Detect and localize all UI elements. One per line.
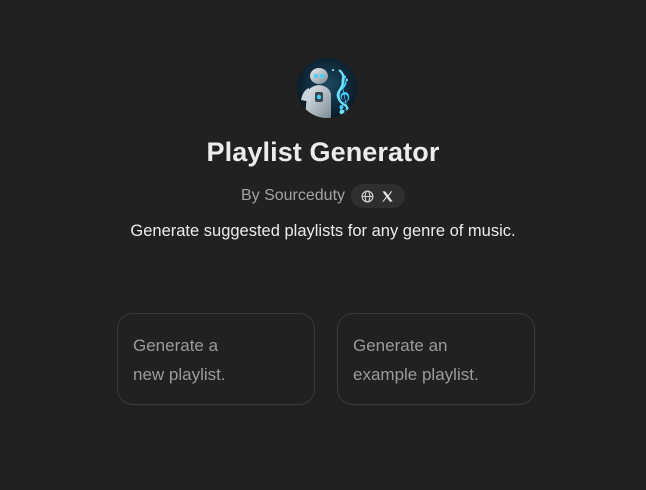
conversation-starter-button[interactable]: Generate a new playlist.	[117, 313, 315, 405]
gpt-title: Playlist Generator	[206, 137, 440, 167]
social-links-pill	[351, 184, 406, 208]
starter-label: Generate an example playlist.	[353, 336, 479, 384]
byline-row: By Sourceduty	[0, 184, 646, 208]
robot-treble-clef-avatar-icon: 𝄞	[297, 58, 357, 118]
globe-icon[interactable]	[360, 189, 375, 204]
starter-label: Generate a new playlist.	[133, 336, 226, 384]
gpt-description: Generate suggested playlists for any gen…	[130, 222, 516, 240]
gpt-landing-page: 𝄞 Playlist Generator By Sourceduty Gener…	[0, 0, 646, 490]
author-byline: By Sourceduty	[240, 187, 346, 204]
conversation-starter-button[interactable]: Generate an example playlist.	[337, 313, 535, 405]
gpt-avatar: 𝄞	[297, 58, 357, 118]
svg-text:𝄞: 𝄞	[333, 75, 351, 111]
x-logo-icon[interactable]	[380, 189, 395, 204]
